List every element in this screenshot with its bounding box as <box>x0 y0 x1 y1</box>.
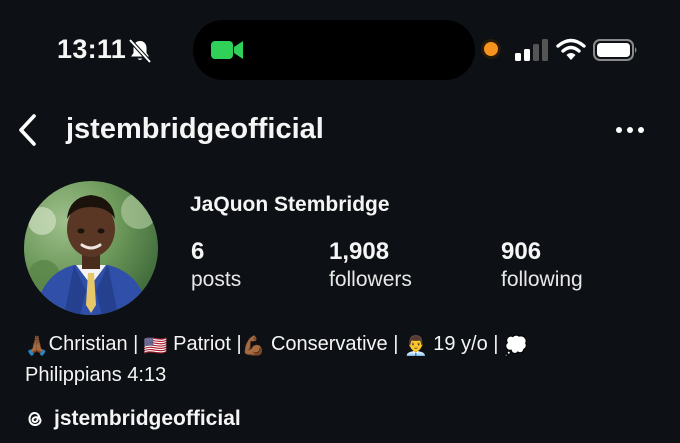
avatar[interactable] <box>24 181 158 315</box>
chevron-left-icon[interactable] <box>14 112 42 148</box>
profile-username: jstembridgeofficial <box>66 113 324 145</box>
video-camera-icon <box>211 41 243 59</box>
cellular-signal-icon <box>515 39 548 61</box>
followers-count[interactable]: 1,908 <box>329 238 389 266</box>
bio-segment: Conservative | <box>270 333 399 355</box>
thought-balloon-icon: 💭 <box>504 336 528 357</box>
bio-segment: Christian | <box>48 333 139 355</box>
threads-link[interactable]: jstembridgeofficial <box>54 407 241 431</box>
wifi-icon <box>556 38 586 60</box>
bio-segment: Patriot | <box>173 333 242 355</box>
bio-line-1: 🙏🏾Christian | 🇺🇸 Patriot |💪🏾 Conservativ… <box>25 333 528 358</box>
flexed-biceps-icon: 💪🏾 <box>241 336 266 357</box>
bio-line-2: Philippians 4:13 <box>25 364 167 386</box>
ellipsis-icon[interactable] <box>612 120 648 140</box>
bio-segment: 19 y/o | <box>433 333 499 355</box>
battery-icon <box>593 39 637 61</box>
posts-count[interactable]: 6 <box>191 238 204 266</box>
followers-label[interactable]: followers <box>329 268 412 292</box>
following-label[interactable]: following <box>501 268 583 292</box>
status-time: 13:11 <box>57 34 127 64</box>
us-flag-icon: 🇺🇸 <box>143 336 168 357</box>
office-worker-icon: 👨‍💼 <box>403 336 428 357</box>
praying-hands-icon: 🙏🏾 <box>25 336 49 357</box>
posts-label[interactable]: posts <box>191 268 241 292</box>
bell-slash-icon <box>128 38 152 64</box>
full-name: JaQuon Stembridge <box>190 193 390 216</box>
recording-dot-icon <box>484 42 498 56</box>
following-count[interactable]: 906 <box>501 238 541 266</box>
threads-icon[interactable] <box>24 408 46 430</box>
